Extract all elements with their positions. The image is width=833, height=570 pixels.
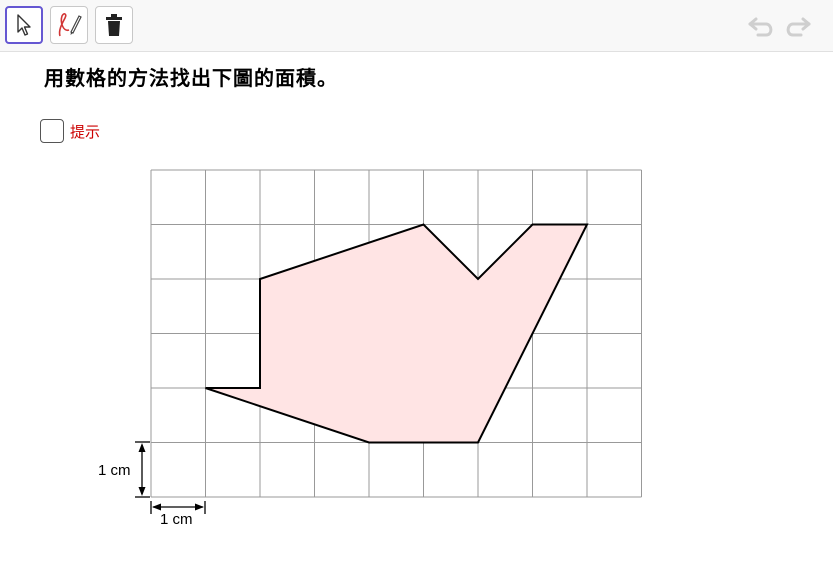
vertical-unit-label: 1 cm <box>98 462 131 479</box>
horizontal-dimension: 1 cm <box>150 501 206 528</box>
vertical-dimension: 1 cm <box>98 441 150 498</box>
horizontal-unit-label: 1 cm <box>160 511 193 528</box>
area-figure: 1 cm 1 cm <box>98 169 642 528</box>
shaded-polygon <box>205 223 589 444</box>
